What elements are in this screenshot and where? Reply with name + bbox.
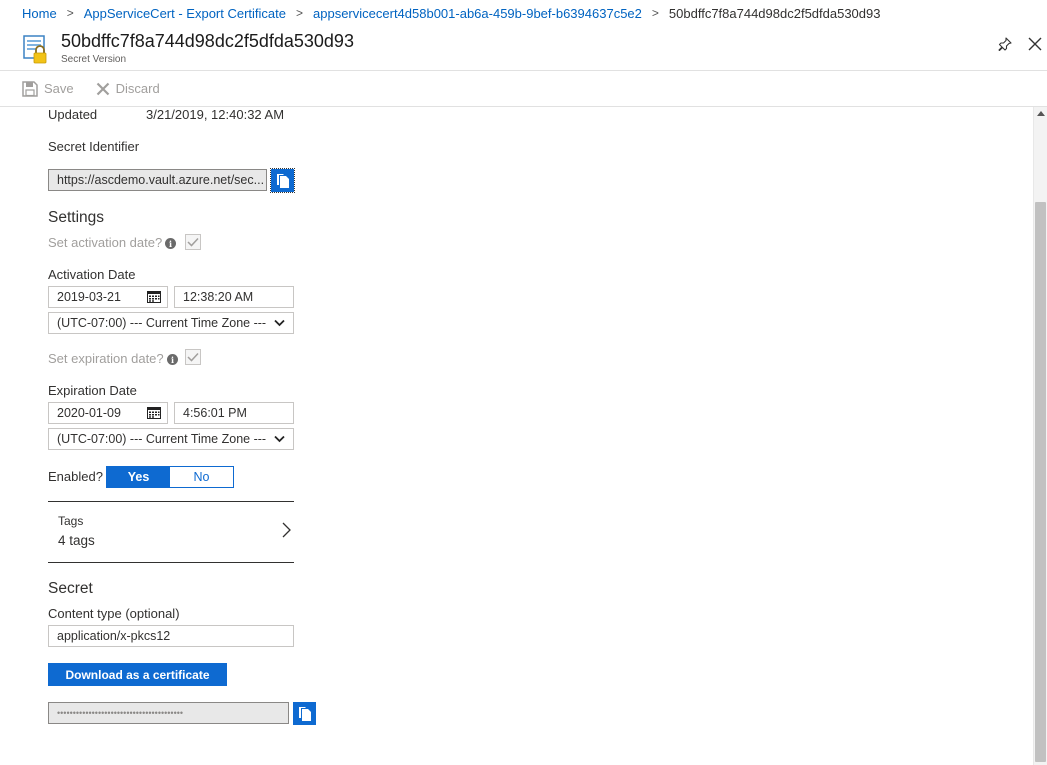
secret-value-field[interactable]: •••••••••••••••••••••••••••••••••••••••• — [48, 702, 289, 724]
activation-timezone-value: (UTC-07:00) --- Current Time Zone --- — [57, 316, 267, 330]
checkmark-icon — [187, 352, 199, 362]
expiration-timezone-value: (UTC-07:00) --- Current Time Zone --- — [57, 432, 267, 446]
enabled-toggle: Yes No — [106, 466, 234, 488]
chevron-down-icon — [274, 319, 285, 327]
set-activation-label: Set activation date? — [48, 235, 163, 250]
scroll-up-icon[interactable] — [1037, 111, 1045, 116]
breadcrumb-home[interactable]: Home — [22, 6, 57, 21]
secret-identifier-field[interactable]: https://ascdemo.vault.azure.net/sec... — [48, 169, 267, 191]
activation-time-input[interactable]: 12:38:20 AM — [174, 286, 294, 308]
discard-icon — [96, 82, 109, 95]
updated-value: 3/21/2019, 12:40:32 AM — [146, 107, 285, 122]
expiration-date-input[interactable]: 2020-01-09 — [48, 402, 168, 424]
copy-icon — [276, 173, 289, 188]
settings-heading: Settings — [48, 209, 105, 226]
tags-label: Tags — [58, 514, 84, 528]
pin-button[interactable] — [995, 34, 1015, 54]
page-title: 50bdffc7f8a744d98dc2f5dfda530d93 — [61, 31, 354, 51]
scrollbar-thumb[interactable] — [1035, 202, 1046, 762]
chevron-down-icon — [274, 435, 285, 443]
expiration-date-value: 2020-01-09 — [57, 406, 121, 420]
checkmark-icon — [187, 237, 199, 247]
page-subtitle: Secret Version — [61, 54, 127, 65]
breadcrumb-separator-icon: > — [651, 6, 659, 20]
enabled-no-option[interactable]: No — [170, 467, 233, 487]
divider — [48, 562, 294, 563]
chevron-right-icon — [282, 522, 291, 538]
breadcrumb-separator-icon: > — [66, 6, 74, 20]
activation-date-label: Activation Date — [48, 267, 136, 282]
tags-count: 4 tags — [58, 533, 95, 548]
breadcrumb-current: 50bdffc7f8a744d98dc2f5dfda530d93 — [668, 5, 881, 21]
discard-label: Discard — [115, 81, 160, 96]
info-icon[interactable]: i — [167, 354, 178, 365]
secret-heading: Secret — [48, 580, 93, 597]
content-type-label: Content type (optional) — [48, 606, 180, 621]
activation-date-input[interactable]: 2019-03-21 — [48, 286, 168, 308]
close-button[interactable] — [1025, 34, 1045, 54]
save-button[interactable]: Save — [22, 80, 74, 97]
updated-label: Updated — [48, 107, 98, 122]
save-icon — [22, 80, 38, 97]
breadcrumb: Home > AppServiceCert - Export Certifica… — [0, 0, 1047, 26]
tags-row[interactable]: Tags 4 tags — [48, 502, 294, 562]
close-icon — [1028, 37, 1042, 51]
info-icon[interactable]: i — [165, 238, 176, 249]
scrollbar[interactable] — [1033, 107, 1047, 765]
pin-icon — [998, 37, 1012, 51]
calendar-icon[interactable] — [147, 290, 161, 303]
breadcrumb-separator-icon: > — [296, 6, 304, 20]
enabled-label: Enabled? — [48, 469, 103, 484]
copy-secret-button[interactable] — [293, 702, 316, 725]
set-expiration-checkbox[interactable] — [185, 349, 201, 365]
expiration-time-input[interactable]: 4:56:01 PM — [174, 402, 294, 424]
activation-date-value: 2019-03-21 — [57, 290, 121, 304]
secret-identifier-label: Secret Identifier — [48, 139, 140, 154]
set-expiration-label: Set expiration date? — [48, 351, 164, 366]
activation-timezone-select[interactable]: (UTC-07:00) --- Current Time Zone --- — [48, 312, 294, 334]
breadcrumb-secret[interactable]: appservicecert4d58b001-ab6a-459b-9bef-b6… — [313, 6, 642, 21]
calendar-icon[interactable] — [147, 406, 161, 419]
expiration-timezone-select[interactable]: (UTC-07:00) --- Current Time Zone --- — [48, 428, 294, 450]
save-label: Save — [44, 81, 74, 96]
blade-header: 50bdffc7f8a744d98dc2f5dfda530d93 Secret … — [0, 26, 1047, 71]
copy-identifier-button[interactable] — [270, 168, 295, 193]
content-type-input[interactable]: application/x-pkcs12 — [48, 625, 294, 647]
download-certificate-button[interactable]: Download as a certificate — [48, 663, 227, 686]
breadcrumb-export-certificate[interactable]: AppServiceCert - Export Certificate — [84, 6, 286, 21]
command-bar: Save Discard — [0, 71, 1047, 107]
expiration-date-label: Expiration Date — [48, 383, 137, 398]
set-activation-checkbox[interactable] — [185, 234, 201, 250]
secret-version-icon — [23, 35, 47, 64]
enabled-yes-option[interactable]: Yes — [107, 467, 170, 487]
copy-icon — [298, 706, 311, 721]
discard-button[interactable]: Discard — [96, 81, 160, 96]
